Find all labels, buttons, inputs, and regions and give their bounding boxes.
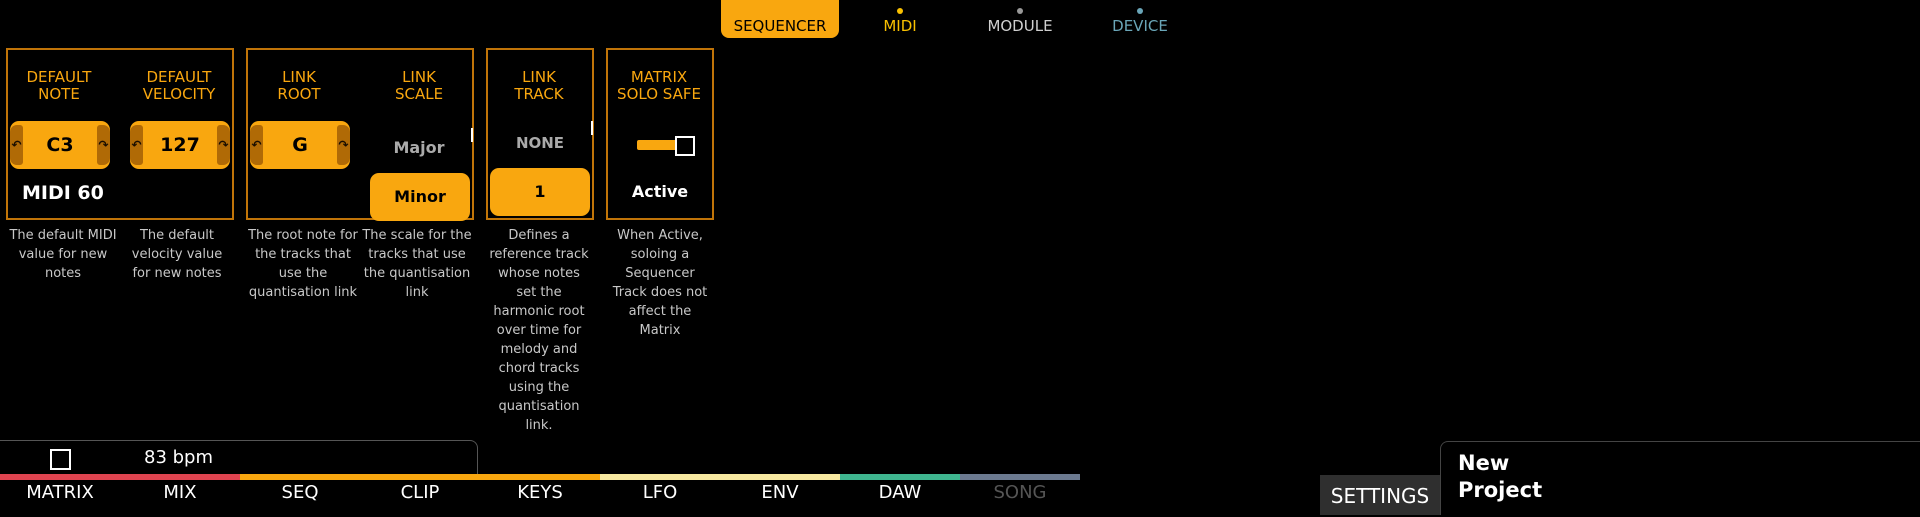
nav-lfo[interactable]: LFO bbox=[600, 482, 720, 503]
increment-icon[interactable]: ↷ bbox=[97, 125, 110, 165]
project-name: New Project bbox=[1458, 451, 1543, 502]
default-velocity-description: The default velocity value for new notes bbox=[131, 228, 223, 281]
link-scale-description: The scale for the tracks that use the qu… bbox=[362, 228, 472, 300]
link-root-stepper[interactable]: ↶ G ↷ bbox=[250, 121, 350, 169]
tab-midi-label: MIDI bbox=[883, 17, 917, 35]
link-track-description: Defines a reference track whose notes se… bbox=[489, 228, 589, 433]
stop-icon[interactable] bbox=[50, 449, 71, 470]
default-note-midi-value: MIDI 60 bbox=[22, 182, 104, 204]
link-scale-option-minor[interactable]: Minor bbox=[370, 173, 470, 221]
tab-module-label: MODULE bbox=[987, 17, 1053, 35]
tab-sequencer-label: SEQUENCER bbox=[733, 17, 827, 35]
link-track-option-1[interactable]: 1 bbox=[490, 168, 590, 216]
default-note-stepper[interactable]: ↶ C3 ↷ bbox=[10, 121, 110, 169]
nav-mix[interactable]: MIX bbox=[120, 482, 240, 503]
settings-button[interactable]: SETTINGS bbox=[1320, 475, 1440, 515]
default-note-description: The default MIDI value for new notes bbox=[9, 228, 117, 281]
nav-matrix[interactable]: MATRIX bbox=[0, 482, 120, 503]
tab-sequencer[interactable]: SEQUENCER bbox=[721, 0, 839, 38]
tab-module[interactable]: MODULE bbox=[961, 0, 1079, 38]
link-root-description: The root note for the tracks that use th… bbox=[248, 228, 358, 300]
nav-seq[interactable]: SEQ bbox=[240, 482, 360, 503]
nav-keys[interactable]: KEYS bbox=[480, 482, 600, 503]
color-strip-matrix-mix bbox=[0, 474, 240, 480]
increment-icon[interactable]: ↷ bbox=[337, 125, 350, 165]
decrement-icon[interactable]: ↶ bbox=[250, 125, 263, 165]
matrix-solo-safe-description: When Active, soloing a Sequencer Track d… bbox=[612, 228, 708, 338]
tab-midi-dot bbox=[897, 8, 903, 14]
tab-device-dot bbox=[1137, 8, 1143, 14]
matrix-solo-safe-label: MATRIX SOLO SAFE bbox=[617, 68, 701, 103]
tab-device-label: DEVICE bbox=[1112, 17, 1168, 35]
link-scale-label: LINK SCALE bbox=[394, 68, 444, 103]
color-strip-song bbox=[960, 474, 1080, 480]
tempo-display[interactable]: 83 bpm bbox=[144, 447, 213, 468]
link-scale-scroll-indicator bbox=[471, 128, 473, 142]
nav-clip[interactable]: CLIP bbox=[360, 482, 480, 503]
matrix-solo-safe-state: Active bbox=[631, 182, 689, 201]
increment-icon[interactable]: ↷ bbox=[217, 125, 230, 165]
link-root-label: LINK ROOT bbox=[277, 68, 321, 103]
default-note-value: C3 bbox=[46, 134, 74, 156]
tab-module-dot bbox=[1017, 8, 1023, 14]
default-velocity-label: DEFAULT VELOCITY bbox=[142, 68, 216, 103]
link-scale-option-major[interactable]: Major bbox=[369, 124, 469, 172]
transport-strip bbox=[0, 440, 478, 474]
color-strip-lfo-env bbox=[600, 474, 840, 480]
tab-device[interactable]: DEVICE bbox=[1081, 0, 1199, 38]
link-root-value: G bbox=[292, 134, 308, 156]
nav-env[interactable]: ENV bbox=[720, 482, 840, 503]
decrement-icon[interactable]: ↶ bbox=[10, 125, 23, 165]
decrement-icon[interactable]: ↶ bbox=[130, 125, 143, 165]
nav-daw[interactable]: DAW bbox=[840, 482, 960, 503]
color-strip-daw bbox=[840, 474, 960, 480]
tab-midi[interactable]: MIDI bbox=[841, 0, 959, 38]
solo-safe-toggle-knob[interactable] bbox=[675, 136, 695, 156]
default-note-label: DEFAULT NOTE bbox=[26, 68, 92, 103]
color-strip-seq-clip-keys bbox=[240, 474, 600, 480]
default-velocity-value: 127 bbox=[160, 134, 200, 156]
link-track-option-none[interactable]: NONE bbox=[490, 119, 590, 167]
nav-song[interactable]: SONG bbox=[960, 482, 1080, 503]
link-track-scroll-indicator bbox=[591, 121, 593, 135]
link-track-label: LINK TRACK bbox=[514, 68, 564, 103]
default-velocity-stepper[interactable]: ↶ 127 ↷ bbox=[130, 121, 230, 169]
